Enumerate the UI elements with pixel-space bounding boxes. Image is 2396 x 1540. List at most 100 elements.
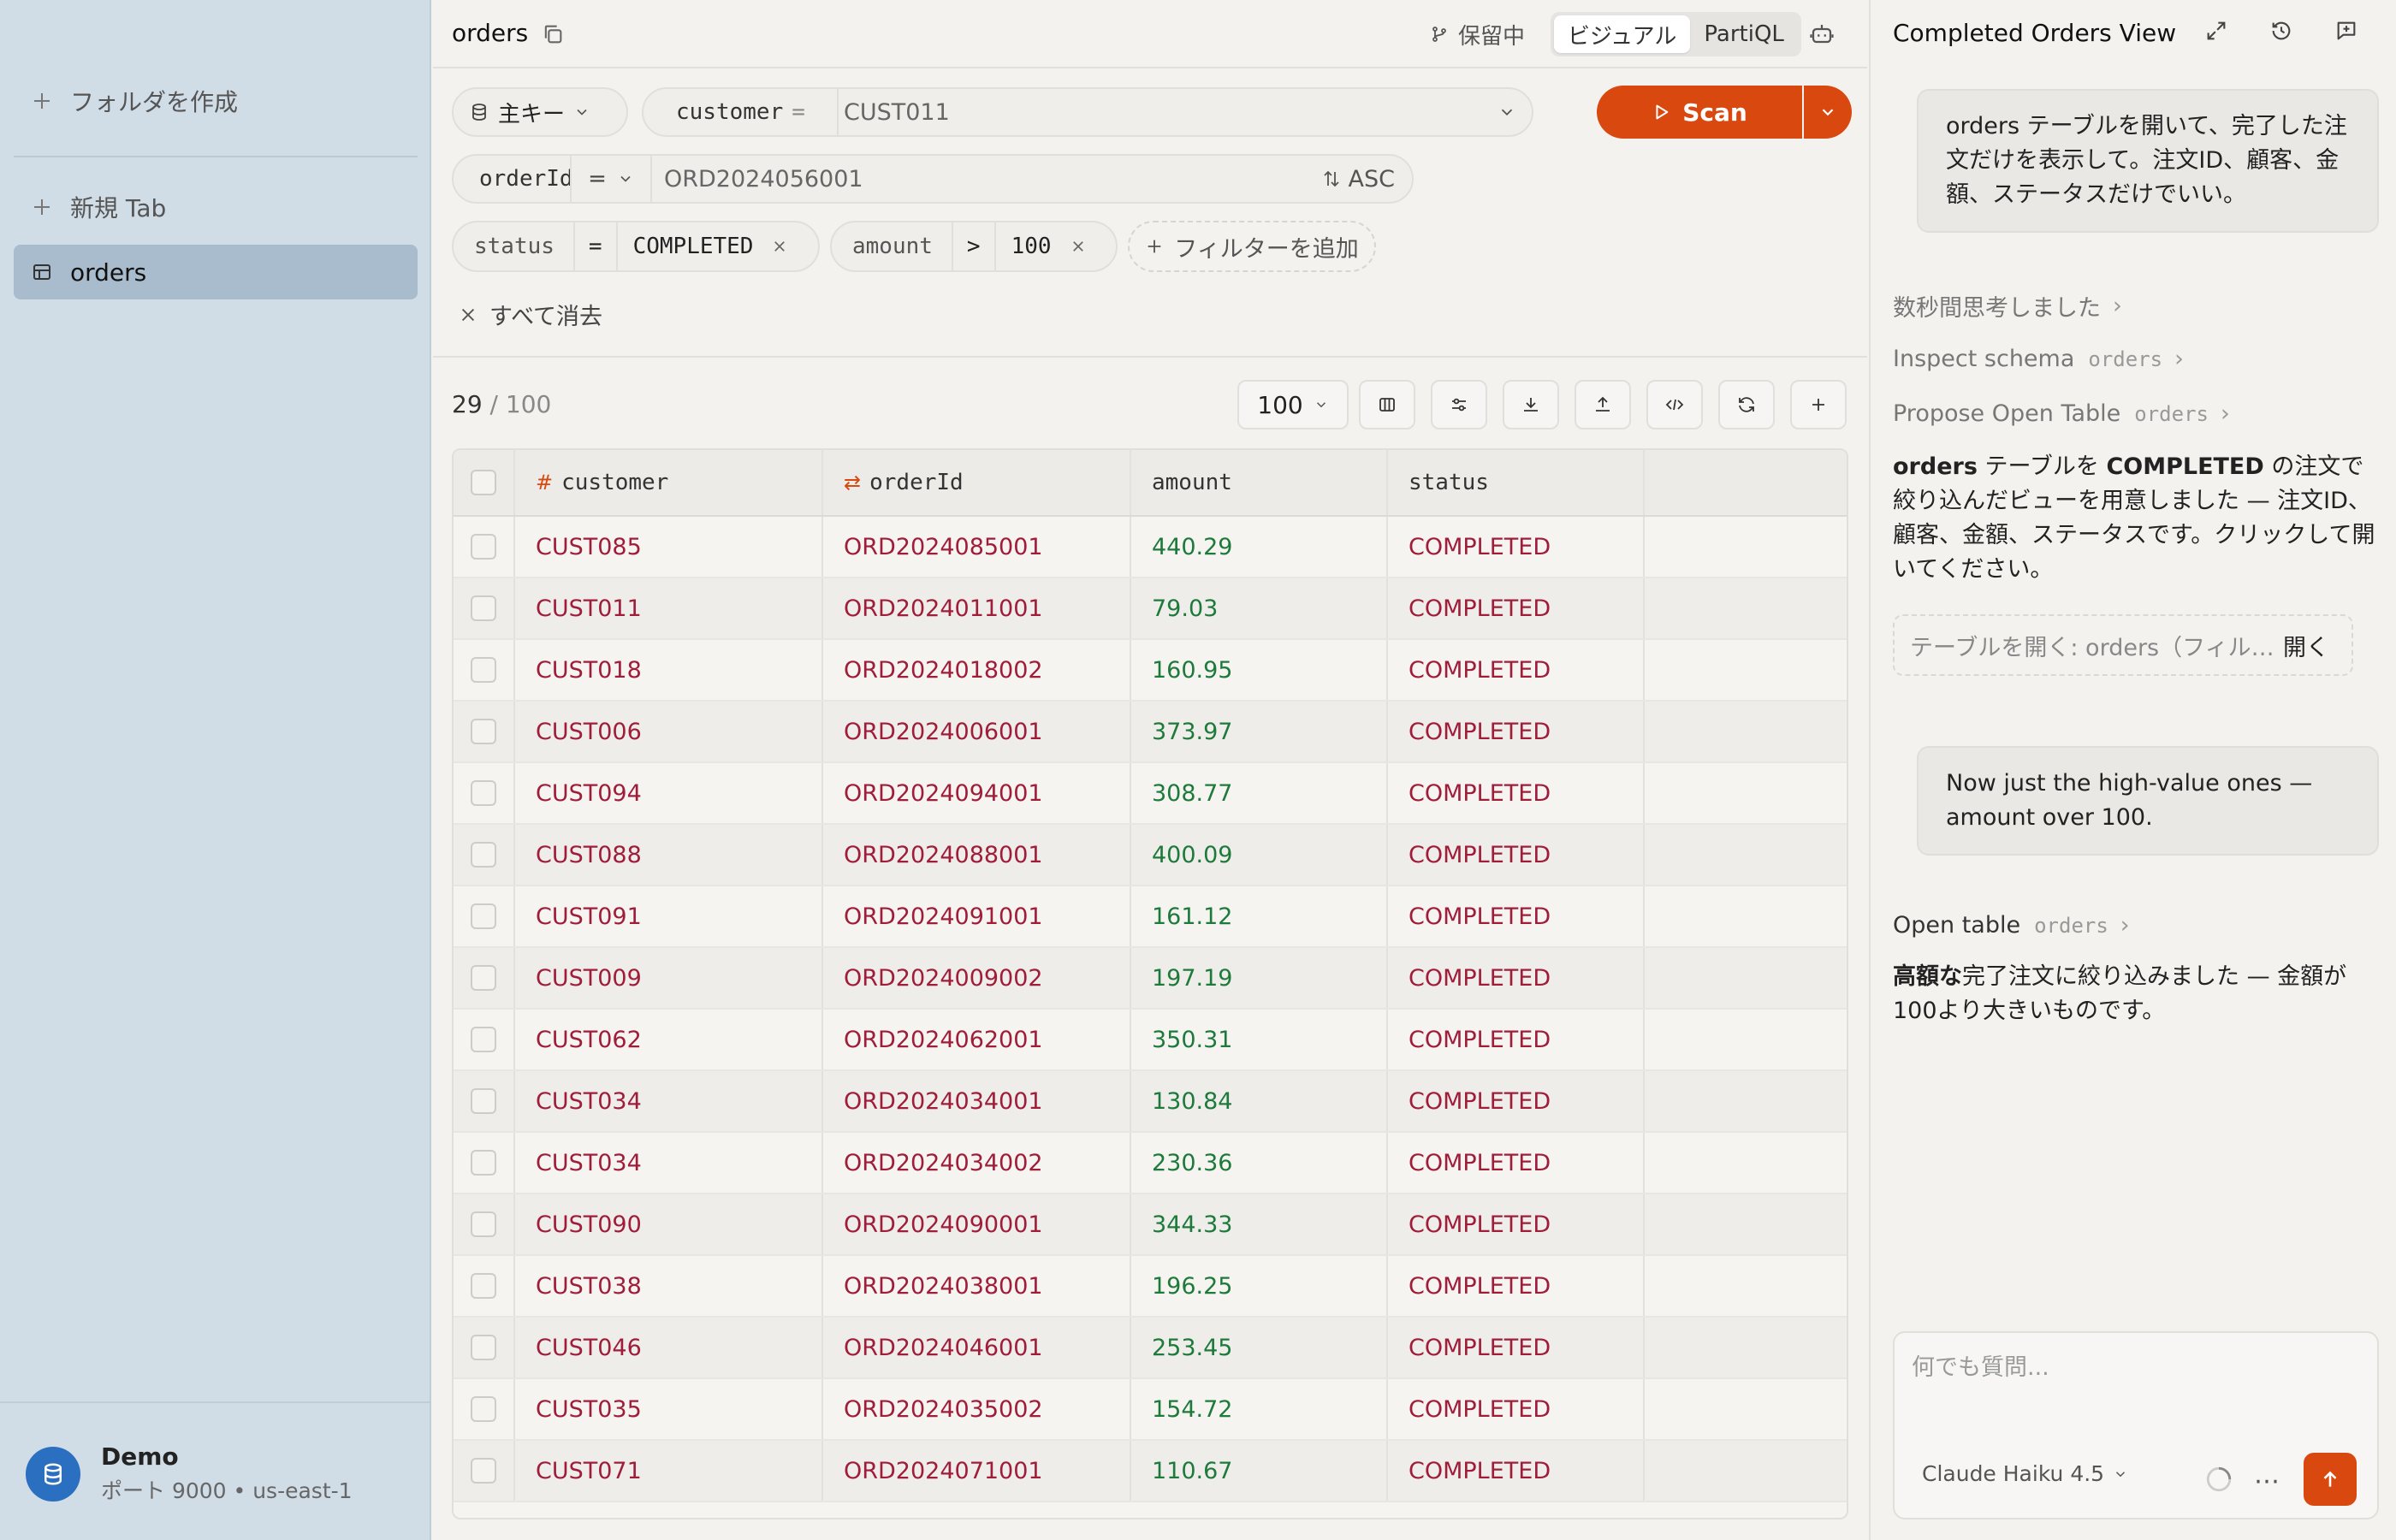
chat-input[interactable]: 何でも質問... Claude Haiku 4.5 ⋯ xyxy=(1893,1331,2379,1519)
cell-status[interactable]: COMPLETED xyxy=(1388,517,1645,577)
cell-orderid[interactable]: ORD2024006001 xyxy=(823,702,1131,761)
sidebar-item-orders[interactable]: orders xyxy=(14,245,418,299)
cell-orderid[interactable]: ORD2024035002 xyxy=(823,1379,1131,1439)
cell-customer[interactable]: CUST034 xyxy=(515,1133,823,1193)
table-row[interactable]: CUST046 ORD2024046001 253.45 COMPLETED xyxy=(454,1318,1847,1379)
add-filter-button[interactable]: フィルターを追加 xyxy=(1128,221,1376,272)
cell-status[interactable]: COMPLETED xyxy=(1388,1071,1645,1131)
table-row[interactable]: CUST062 ORD2024062001 350.31 COMPLETED xyxy=(454,1010,1847,1071)
column-header-amount[interactable]: amount xyxy=(1131,450,1388,515)
tool-step-propose-open-table[interactable]: Propose Open Table orders › xyxy=(1893,400,2230,427)
tool-step-inspect-schema[interactable]: Inspect schema orders › xyxy=(1893,346,2184,372)
pending-status[interactable]: 保留中 xyxy=(1429,15,1525,53)
table-row[interactable]: CUST018 ORD2024018002 160.95 COMPLETED xyxy=(454,640,1847,702)
cell-orderid[interactable]: ORD2024018002 xyxy=(823,640,1131,700)
cell-customer[interactable]: CUST085 xyxy=(515,517,823,577)
open-button[interactable]: 開く xyxy=(2283,629,2329,662)
filter-value[interactable]: COMPLETED xyxy=(618,234,773,259)
cell-orderid[interactable]: ORD2024091001 xyxy=(823,886,1131,946)
tab-visual[interactable]: ビジュアル xyxy=(1554,15,1691,53)
row-checkbox[interactable] xyxy=(454,640,515,700)
row-checkbox[interactable] xyxy=(454,886,515,946)
chevron-down-icon[interactable] xyxy=(1498,103,1516,121)
download-button[interactable] xyxy=(1503,380,1559,429)
table-row[interactable]: CUST034 ORD2024034002 230.36 COMPLETED xyxy=(454,1133,1847,1194)
table-row[interactable]: CUST091 ORD2024091001 161.12 COMPLETED xyxy=(454,886,1847,948)
cell-orderid[interactable]: ORD2024009002 xyxy=(823,948,1131,1008)
select-all-checkbox[interactable] xyxy=(454,450,515,515)
cell-amount[interactable]: 400.09 xyxy=(1131,825,1388,885)
cell-status[interactable]: COMPLETED xyxy=(1388,825,1645,885)
cell-status[interactable]: COMPLETED xyxy=(1388,1318,1645,1377)
column-header-customer[interactable]: # customer xyxy=(515,450,823,515)
cell-status[interactable]: COMPLETED xyxy=(1388,948,1645,1008)
thinking-toggle[interactable]: 数秒間思考しました › xyxy=(1893,289,2122,323)
cell-status[interactable]: COMPLETED xyxy=(1388,886,1645,946)
sort-order-toggle[interactable]: ASC xyxy=(1321,166,1412,192)
table-row[interactable]: CUST085 ORD2024085001 440.29 COMPLETED xyxy=(454,517,1847,578)
partition-key-condition[interactable]: customer = CUST011 xyxy=(642,87,1533,137)
cell-amount[interactable]: 308.77 xyxy=(1131,763,1388,823)
cell-amount[interactable]: 130.84 xyxy=(1131,1071,1388,1131)
filter-chip-status[interactable]: status = COMPLETED xyxy=(452,221,820,272)
more-options-icon[interactable]: ⋯ xyxy=(2254,1466,2280,1496)
cell-customer[interactable]: CUST009 xyxy=(515,948,823,1008)
column-header-status[interactable]: status xyxy=(1388,450,1645,515)
scan-options-button[interactable] xyxy=(1804,86,1852,139)
cell-amount[interactable]: 344.33 xyxy=(1131,1194,1388,1254)
table-row[interactable]: CUST009 ORD2024009002 197.19 COMPLETED xyxy=(454,948,1847,1010)
row-checkbox[interactable] xyxy=(454,1441,515,1501)
send-button[interactable] xyxy=(2304,1453,2357,1506)
table-row[interactable]: CUST035 ORD2024035002 154.72 COMPLETED xyxy=(454,1379,1847,1441)
cell-customer[interactable]: CUST038 xyxy=(515,1256,823,1316)
cell-status[interactable]: COMPLETED xyxy=(1388,1441,1645,1501)
row-checkbox[interactable] xyxy=(454,1256,515,1316)
row-checkbox[interactable] xyxy=(454,1194,515,1254)
cell-orderid[interactable]: ORD2024046001 xyxy=(823,1318,1131,1377)
filter-value[interactable]: 100 xyxy=(996,234,1070,259)
table-row[interactable]: CUST034 ORD2024034001 130.84 COMPLETED xyxy=(454,1071,1847,1133)
row-checkbox[interactable] xyxy=(454,1010,515,1069)
row-checkbox[interactable] xyxy=(454,1318,515,1377)
cell-status[interactable]: COMPLETED xyxy=(1388,578,1645,638)
row-checkbox[interactable] xyxy=(454,702,515,761)
cell-status[interactable]: COMPLETED xyxy=(1388,702,1645,761)
sort-operator-select[interactable]: = xyxy=(570,155,652,203)
cell-amount[interactable]: 230.36 xyxy=(1131,1133,1388,1193)
cell-amount[interactable]: 197.19 xyxy=(1131,948,1388,1008)
row-checkbox[interactable] xyxy=(454,1379,515,1439)
table-row[interactable]: CUST006 ORD2024006001 373.97 COMPLETED xyxy=(454,702,1847,763)
cell-status[interactable]: COMPLETED xyxy=(1388,640,1645,700)
key-selector[interactable]: 主キー xyxy=(452,87,628,137)
cell-orderid[interactable]: ORD2024034001 xyxy=(823,1071,1131,1131)
cell-amount[interactable]: 196.25 xyxy=(1131,1256,1388,1316)
cell-amount[interactable]: 350.31 xyxy=(1131,1010,1388,1069)
row-checkbox[interactable] xyxy=(454,763,515,823)
cell-amount[interactable]: 79.03 xyxy=(1131,578,1388,638)
create-folder-button[interactable]: フォルダを作成 xyxy=(14,74,418,128)
cell-customer[interactable]: CUST035 xyxy=(515,1379,823,1439)
row-checkbox[interactable] xyxy=(454,1133,515,1193)
page-size-select[interactable]: 100 xyxy=(1237,380,1349,429)
table-row[interactable]: CUST038 ORD2024038001 196.25 COMPLETED xyxy=(454,1256,1847,1318)
cell-amount[interactable]: 154.72 xyxy=(1131,1379,1388,1439)
cell-status[interactable]: COMPLETED xyxy=(1388,1256,1645,1316)
history-icon[interactable] xyxy=(2269,19,2293,43)
robot-icon[interactable] xyxy=(1809,21,1835,46)
cell-orderid[interactable]: ORD2024071001 xyxy=(823,1441,1131,1501)
cell-status[interactable]: COMPLETED xyxy=(1388,1194,1645,1254)
cell-amount[interactable]: 373.97 xyxy=(1131,702,1388,761)
settings-button[interactable] xyxy=(1431,380,1487,429)
cell-status[interactable]: COMPLETED xyxy=(1388,1010,1645,1069)
table-row[interactable]: CUST090 ORD2024090001 344.33 COMPLETED xyxy=(454,1194,1847,1256)
cell-orderid[interactable]: ORD2024034002 xyxy=(823,1133,1131,1193)
cell-customer[interactable]: CUST071 xyxy=(515,1441,823,1501)
row-checkbox[interactable] xyxy=(454,517,515,577)
clear-all-button[interactable]: すべて消去 xyxy=(459,298,602,331)
new-chat-icon[interactable] xyxy=(2334,19,2358,43)
tab-partiql[interactable]: PartiQL xyxy=(1690,15,1798,53)
connection-info[interactable]: Demo ポート 9000 • us-east-1 xyxy=(26,1442,353,1505)
cell-orderid[interactable]: ORD2024062001 xyxy=(823,1010,1131,1069)
close-icon[interactable] xyxy=(772,239,803,254)
code-button[interactable] xyxy=(1646,380,1703,429)
